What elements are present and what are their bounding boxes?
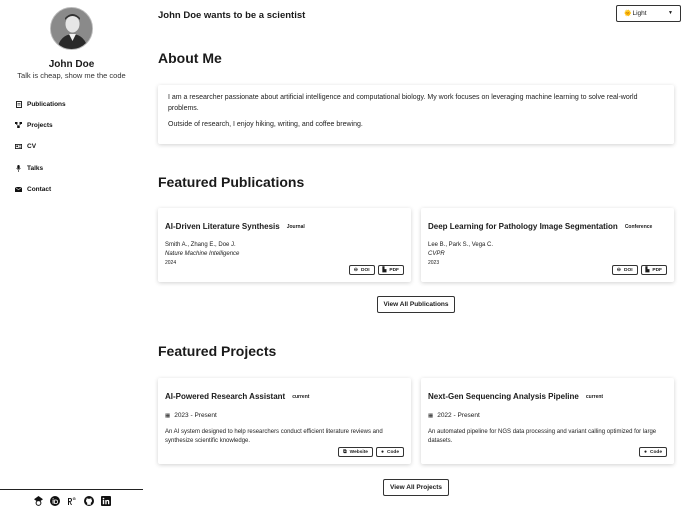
pdf-button[interactable]: ▙ PDF xyxy=(640,265,667,275)
avatar xyxy=(50,7,93,50)
website-button[interactable]: ⧉ Website xyxy=(338,447,373,457)
sidebar-item-talks[interactable]: Talks xyxy=(14,163,66,173)
sidebar-item-publications[interactable]: Publications xyxy=(14,99,66,109)
pdf-button[interactable]: ▙ PDF xyxy=(377,265,404,275)
linkedin-icon[interactable] xyxy=(101,496,111,506)
google-scholar-icon[interactable] xyxy=(33,496,43,506)
sidebar-item-label: Publications xyxy=(27,100,66,108)
sidebar-item-label: Projects xyxy=(27,121,53,129)
publication-authors: Lee B., Park S., Vega C. xyxy=(428,242,494,248)
about-paragraph: Outside of research, I enjoy hiking, wri… xyxy=(168,121,363,128)
calendar-icon: ▦ xyxy=(165,412,171,419)
sidebar-nav: Publications Projects CV Talks Contact xyxy=(14,99,66,206)
sidebar-item-label: Contact xyxy=(27,186,52,194)
link-icon: ⊖ xyxy=(616,267,621,273)
sidebar-divider xyxy=(0,489,143,490)
doi-button[interactable]: ⊖ DOI xyxy=(348,265,375,275)
calendar-icon: ▦ xyxy=(428,412,434,419)
link-icon: ⊖ xyxy=(353,267,358,273)
microphone-icon xyxy=(14,164,23,172)
doi-button[interactable]: ⊖ DOI xyxy=(611,265,638,275)
orcid-icon[interactable] xyxy=(50,496,60,506)
sidebar-item-cv[interactable]: CV xyxy=(14,142,66,152)
publication-card: AI-Driven Literature Synthesis Journal Sm… xyxy=(158,208,411,282)
svg-text:G: G xyxy=(73,496,76,501)
project-card: Next-Gen Sequencing Analysis Pipeline cur… xyxy=(421,378,674,464)
github-icon[interactable] xyxy=(84,496,94,506)
sidebar: John Doe Talk is cheap, show me the code… xyxy=(0,0,143,512)
file-icon: ▙ xyxy=(645,267,650,273)
publication-type-badge: Conference xyxy=(624,224,653,230)
profile-name: John Doe xyxy=(48,59,95,70)
project-title[interactable]: Next-Gen Sequencing Analysis Pipeline xyxy=(428,392,579,401)
sidebar-item-label: CV xyxy=(27,143,37,151)
project-dates: 2023 - Present xyxy=(174,412,217,419)
github-icon: ● xyxy=(380,449,384,455)
id-card-icon xyxy=(14,144,23,150)
sidebar-item-projects[interactable]: Projects xyxy=(14,120,66,130)
about-card: I am a researcher passionate about artif… xyxy=(158,85,674,144)
publication-type-badge: Journal xyxy=(286,224,305,230)
site-title[interactable]: John Doe wants to be a scientist xyxy=(158,10,305,21)
sidebar-item-contact[interactable]: Contact xyxy=(14,185,66,195)
publication-venue: Nature Machine Intelligence xyxy=(165,251,240,257)
about-paragraph: I am a researcher passionate about artif… xyxy=(168,94,638,112)
project-description: An automated pipeline for NGS data proce… xyxy=(428,429,657,444)
project-status-badge: current xyxy=(585,394,604,400)
document-icon xyxy=(14,100,23,108)
envelope-icon xyxy=(14,187,23,193)
projects-icon xyxy=(14,122,23,129)
publication-venue: CVPR xyxy=(428,251,445,257)
theme-select[interactable]: 🌞 Light ▼ xyxy=(616,5,681,22)
sidebar-item-label: Talks xyxy=(27,164,44,172)
social-links: G xyxy=(33,496,111,506)
about-heading: About Me xyxy=(158,50,222,66)
view-all-publications-button[interactable]: View All Publications xyxy=(377,296,455,313)
view-all-projects-button[interactable]: View All Projects xyxy=(383,479,449,496)
publication-title[interactable]: AI-Driven Literature Synthesis xyxy=(165,222,280,231)
theme-select-value: Light xyxy=(632,10,647,17)
publication-title[interactable]: Deep Learning for Pathology Image Segmen… xyxy=(428,222,618,231)
project-title[interactable]: AI-Powered Research Assistant xyxy=(165,392,285,401)
project-status-badge: current xyxy=(292,394,310,400)
publication-card: Deep Learning for Pathology Image Segmen… xyxy=(421,208,674,282)
project-card: AI-Powered Research Assistant current ▦ 20… xyxy=(158,378,411,464)
sun-icon: 🌞 xyxy=(624,11,632,17)
project-description: An AI system designed to help researcher… xyxy=(165,429,383,444)
file-icon: ▙ xyxy=(382,267,387,273)
chevron-down-icon: ▼ xyxy=(668,10,673,16)
projects-heading: Featured Projects xyxy=(158,343,277,359)
github-icon: ● xyxy=(643,449,647,455)
profile-tagline: Talk is cheap, show me the code xyxy=(17,71,126,80)
code-button[interactable]: ● Code xyxy=(638,447,667,457)
publication-authors: Smith A., Zhang E., Doe J. xyxy=(165,242,236,248)
publications-heading: Featured Publications xyxy=(158,174,305,190)
external-link-icon: ⧉ xyxy=(343,449,347,455)
researchgate-icon[interactable]: G xyxy=(67,496,77,506)
code-button[interactable]: ● Code xyxy=(375,447,404,457)
project-dates: 2022 - Present xyxy=(437,412,480,419)
